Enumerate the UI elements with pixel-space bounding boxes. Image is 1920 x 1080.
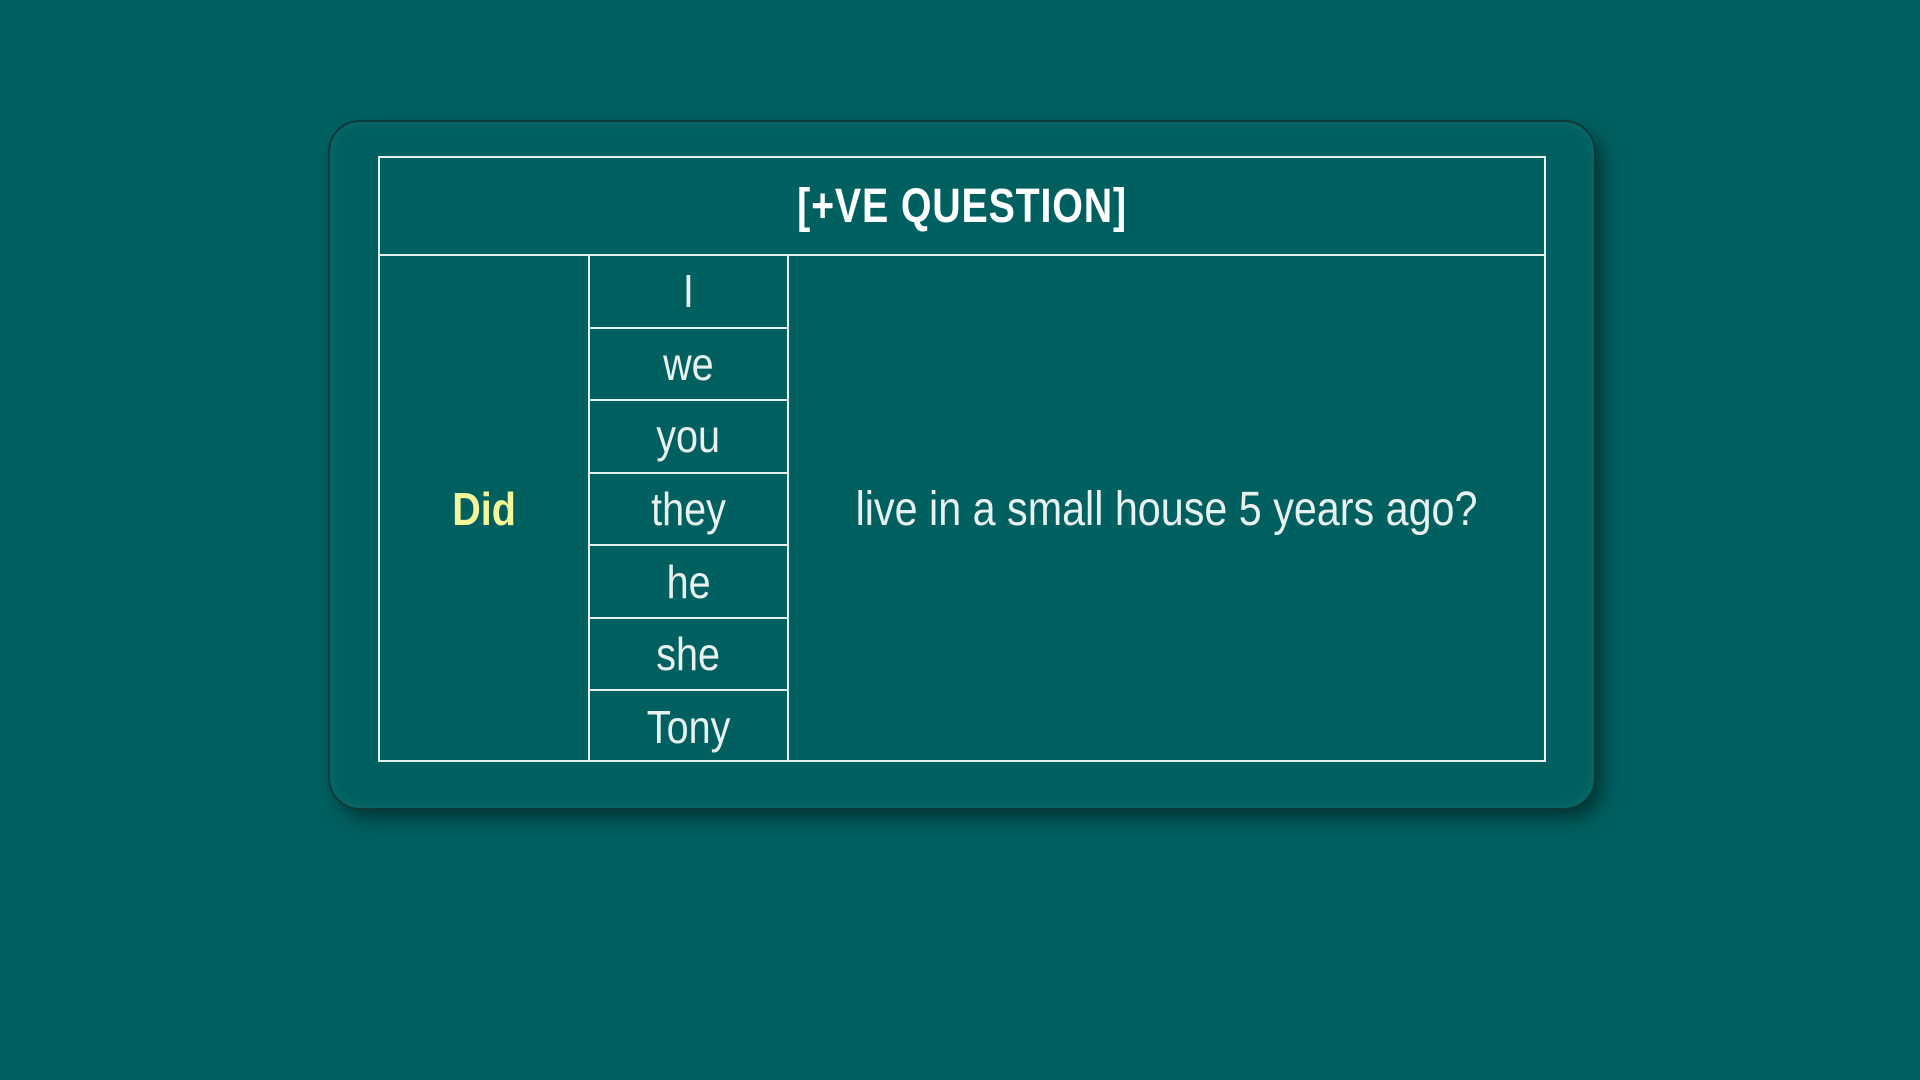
subject-word: Tony <box>646 700 731 753</box>
auxiliary-cell: Did <box>380 256 590 762</box>
subject-cell: he <box>590 546 787 619</box>
predicate-text: live in a small house 5 years ago? <box>855 482 1478 536</box>
subject-cell: they <box>590 474 787 547</box>
subject-word: you <box>656 410 721 463</box>
subjects-column: I we you they he she Tony <box>590 256 789 762</box>
subject-cell: we <box>590 329 787 402</box>
table-title: [+VE QUESTION] <box>380 158 1544 256</box>
predicate-cell: live in a small house 5 years ago? <box>789 256 1544 762</box>
table-title-text: [+VE QUESTION] <box>797 179 1127 233</box>
subject-word: they <box>651 483 726 536</box>
subject-cell: I <box>590 256 787 329</box>
auxiliary-word: Did <box>452 483 516 535</box>
subject-word: I <box>683 265 694 318</box>
subject-word: he <box>666 555 711 608</box>
subject-word: we <box>663 337 714 390</box>
grammar-card: [+VE QUESTION] Did I we you they he she … <box>330 122 1594 808</box>
grammar-table: [+VE QUESTION] Did I we you they he she … <box>378 156 1546 762</box>
subject-cell: she <box>590 619 787 692</box>
subject-word: she <box>656 628 721 681</box>
subject-cell: you <box>590 401 787 474</box>
subject-cell: Tony <box>590 691 787 762</box>
